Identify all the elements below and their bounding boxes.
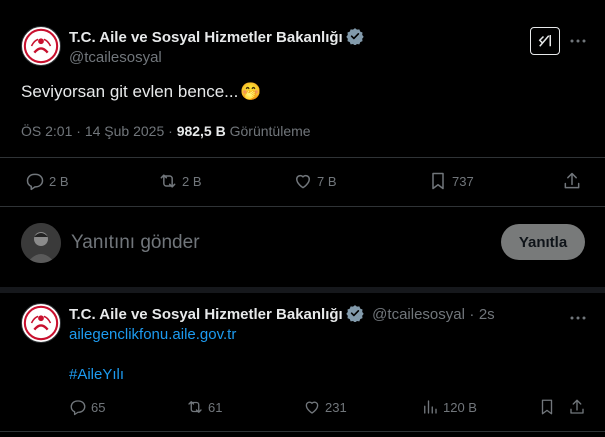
views-count: 120 B bbox=[443, 399, 477, 415]
like-count: 231 bbox=[325, 399, 347, 415]
bookmark-count: 737 bbox=[452, 173, 474, 189]
author-name-row: T.C. Aile ve Sosyal Hizmetler Bakanlığı bbox=[69, 27, 364, 47]
retweet-action[interactable]: 2 B bbox=[158, 171, 202, 191]
reply-author-avatar[interactable] bbox=[21, 303, 61, 343]
reply-count: 65 bbox=[91, 399, 106, 415]
ministry-logo-icon bbox=[23, 28, 59, 64]
retweet-count: 61 bbox=[208, 399, 223, 415]
tweet-meta: ÖS 2:01 · 14 Şub 2025 · 982,5 B Görüntül… bbox=[21, 123, 311, 139]
reply-input[interactable]: Yanıtını gönder bbox=[71, 232, 200, 254]
reply-author-handle[interactable]: @tcailesosyal bbox=[372, 306, 465, 323]
divider bbox=[0, 431, 605, 432]
tweet-text-body: Seviyorsan git evlen bence... bbox=[21, 82, 239, 101]
section-divider bbox=[0, 287, 605, 293]
reply-icon bbox=[26, 173, 44, 191]
share-action[interactable] bbox=[562, 171, 582, 191]
bookmark-icon bbox=[432, 172, 444, 190]
bookmark-icon bbox=[541, 399, 553, 415]
user-photo-icon bbox=[21, 223, 61, 263]
tweet-time[interactable]: ÖS 2:01 bbox=[21, 123, 72, 139]
tweet-date[interactable]: 14 Şub 2025 bbox=[85, 123, 164, 139]
verified-badge-icon bbox=[346, 305, 364, 322]
reply-views-action[interactable]: 120 B bbox=[421, 398, 477, 416]
reply-button[interactable]: Yanıtla bbox=[501, 224, 585, 260]
retweet-count: 2 B bbox=[182, 173, 202, 189]
reply-author-row: T.C. Aile ve Sosyal Hizmetler Bakanlığı … bbox=[69, 304, 495, 324]
emoji: 🤭 bbox=[240, 82, 262, 101]
ministry-logo-icon bbox=[23, 305, 59, 341]
like-count: 7 B bbox=[317, 173, 337, 189]
verified-badge-icon bbox=[346, 28, 364, 45]
meta-separator: · bbox=[168, 123, 173, 139]
like-icon bbox=[305, 401, 319, 414]
like-icon bbox=[296, 174, 310, 189]
bookmark-action[interactable]: 737 bbox=[428, 171, 474, 191]
like-action[interactable]: 7 B bbox=[293, 171, 337, 191]
tweet-text: Seviyorsan git evlen bence... 🤭 bbox=[21, 82, 262, 102]
user-avatar[interactable] bbox=[21, 223, 61, 263]
meta-separator: · bbox=[76, 123, 81, 139]
reply-share-action[interactable] bbox=[568, 398, 586, 416]
author-handle[interactable]: @tcailesosyal bbox=[69, 49, 162, 66]
author-name[interactable]: T.C. Aile ve Sosyal Hizmetler Bakanlığı bbox=[69, 29, 343, 46]
view-count: 982,5 B bbox=[176, 123, 226, 139]
divider bbox=[0, 157, 605, 158]
reply-like-action[interactable]: 231 bbox=[303, 398, 347, 416]
more-icon bbox=[570, 39, 586, 43]
share-icon bbox=[570, 399, 584, 414]
author-avatar[interactable] bbox=[21, 26, 61, 66]
reply-age[interactable]: 2s bbox=[479, 306, 495, 323]
grok-icon bbox=[538, 35, 551, 47]
reply-action[interactable]: 2 B bbox=[25, 171, 69, 191]
reply-retweet-action[interactable]: 61 bbox=[186, 398, 222, 416]
retweet-icon bbox=[160, 174, 176, 188]
reply-icon bbox=[70, 400, 86, 416]
grok-button[interactable] bbox=[530, 27, 560, 55]
reply-link[interactable]: ailegenclikfonu.aile.gov.tr bbox=[69, 326, 236, 343]
more-icon bbox=[570, 316, 586, 320]
meta-separator: · bbox=[469, 306, 475, 323]
reply-bookmark-action[interactable] bbox=[538, 398, 556, 416]
reply-hashtag[interactable]: #AileYılı bbox=[69, 366, 124, 383]
views-icon bbox=[424, 400, 437, 414]
reply-more-button[interactable] bbox=[567, 310, 589, 326]
view-label[interactable]: Görüntüleme bbox=[230, 123, 311, 139]
reply-reply-action[interactable]: 65 bbox=[69, 398, 105, 416]
reply-count: 2 B bbox=[49, 173, 69, 189]
more-button[interactable] bbox=[567, 33, 589, 49]
retweet-icon bbox=[188, 401, 202, 413]
share-icon bbox=[564, 172, 580, 189]
divider bbox=[0, 206, 605, 207]
reply-author-name[interactable]: T.C. Aile ve Sosyal Hizmetler Bakanlığı bbox=[69, 306, 343, 323]
